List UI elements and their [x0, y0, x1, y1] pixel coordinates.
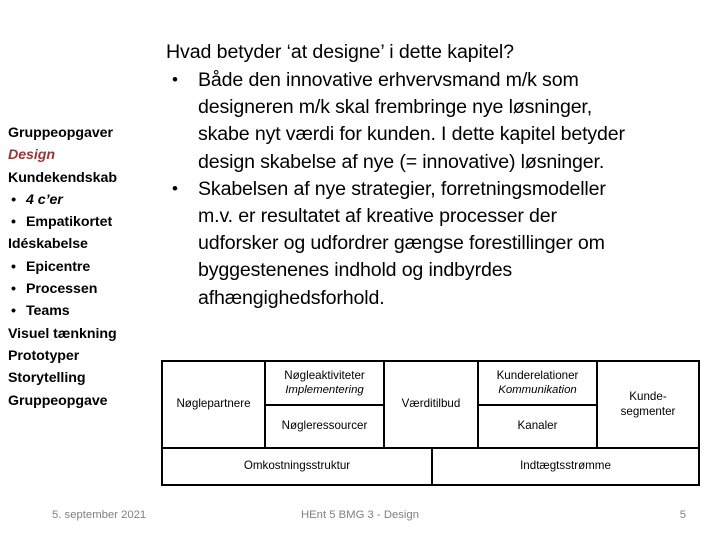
canvas-cell-key-partners: Nøglepartnere — [161, 360, 266, 449]
sidebar-item-label: Storytelling — [8, 370, 86, 387]
sidebar-item-prototyper[interactable]: Prototyper — [8, 345, 160, 367]
main-bullet-2: • Skabelsen af nye strategier, forretnin… — [166, 176, 706, 312]
canvas-cell-key-activities: Nøgleaktiviteter Implementering — [264, 360, 385, 406]
sidebar-item-label: Idéskabelse — [8, 236, 88, 253]
sidebar-item-gruppeopgaver[interactable]: Gruppeopgaver — [8, 122, 160, 144]
sidebar-item-teams[interactable]: • Teams — [8, 300, 160, 322]
canvas-cell-label: Omkostningsstruktur — [243, 459, 351, 473]
bullet-dot-icon: • — [11, 191, 16, 208]
sidebar-item-processen[interactable]: • Processen — [8, 278, 160, 300]
bullet-dot-icon: • — [172, 178, 178, 198]
canvas-cell-key-resources: Nøgleressourcer — [264, 404, 385, 449]
canvas-cell-value-proposition: Værditilbud — [383, 360, 479, 449]
sidebar-item-label: Visuel tænkning — [8, 325, 117, 342]
sidebar-item-label: Teams — [26, 303, 70, 320]
sidebar-item-label: Prototyper — [8, 347, 80, 364]
sidebar-item-visuel-taenkning[interactable]: Visuel tænkning — [8, 323, 160, 345]
bullet-line: m.v. er resultatet af kreative processer… — [198, 205, 557, 228]
bullet-dot-icon: • — [11, 258, 16, 275]
sidebar-item-label: Gruppeopgaver — [8, 125, 113, 141]
main-bullet-1: • Både den innovative erhvervsmand m/k s… — [166, 67, 706, 176]
page-title: Hvad betyder ‘at designe’ i dette kapite… — [166, 41, 514, 63]
sidebar-item-gruppeopgave[interactable]: Gruppeopgave — [8, 390, 160, 412]
bullet-dot-icon: • — [172, 70, 178, 89]
canvas-cell-sublabel: Kommunikation — [498, 384, 577, 397]
main-content: Hvad betyder ‘at designe’ i dette kapite… — [166, 39, 706, 312]
bullet-dot-icon: • — [11, 214, 16, 231]
canvas-cell-label: Nøglepartnere — [176, 397, 251, 411]
canvas-cell-cost-structure: Omkostningsstruktur — [161, 447, 433, 486]
canvas-cell-label: Kunderelationer — [496, 368, 579, 382]
bullet-line: skabe nyt værdi for kunden. I dette kapi… — [198, 123, 625, 146]
bullet-line: designeren m/k skal frembringe nye løsni… — [198, 96, 593, 119]
sidebar-item-label: Processen — [26, 281, 98, 298]
canvas-cell-label: segmenter — [620, 404, 676, 418]
canvas-cell-label: Kunde- — [629, 390, 667, 403]
sidebar-item-storytelling[interactable]: Storytelling — [8, 367, 160, 389]
canvas-cell-revenue-streams: Indtægtsstrømme — [431, 447, 700, 486]
canvas-cell-label: Nøgleressourcer — [281, 419, 368, 433]
sidebar-item-label: Gruppeopgave — [8, 392, 108, 409]
bullet-line: design skabelse af nye (= innovative) lø… — [198, 150, 605, 173]
bullet-line: byggestenenes indhold og indbyrdes — [198, 259, 513, 282]
bullet-line: Skabelsen af nye strategier, forretnings… — [198, 177, 606, 200]
canvas-cell-customer-relationships: Kunderelationer Kommunikation — [477, 360, 598, 406]
sidebar-agenda-list: Gruppeopgaver Design Kundekendskab • 4 c’… — [8, 122, 160, 412]
footer-title: HEnt 5 BMG 3 - Design — [300, 509, 420, 521]
canvas-cell-sublabel: Implementering — [285, 384, 364, 397]
sidebar-item-kundekendskab[interactable]: Kundekendskab — [8, 167, 160, 189]
sidebar-item-4-cer[interactable]: • 4 c’er — [8, 189, 160, 211]
sidebar-item-empatikortet[interactable]: • Empatikortet — [8, 211, 160, 233]
business-model-canvas: Nøglepartnere Nøgleaktiviteter Implement… — [161, 360, 700, 486]
slide-footer: 5. september 2021 HEnt 5 BMG 3 - Design … — [0, 505, 720, 525]
sidebar-item-design[interactable]: Design — [8, 144, 160, 166]
footer-page-number: 5 — [679, 509, 686, 521]
canvas-cell-label: Indtægtsstrømme — [520, 459, 611, 473]
bullet-line: Både den innovative erhvervsmand m/k som — [198, 69, 579, 91]
bullet-dot-icon: • — [11, 303, 16, 320]
canvas-cell-channels: Kanaler — [477, 404, 598, 449]
sidebar-item-label: Design — [8, 147, 56, 164]
canvas-cell-customer-segments: Kunde- segmenter — [596, 360, 700, 449]
bullet-line: udforsker og udfordrer gængse forestilli… — [198, 232, 605, 255]
canvas-cell-label: Værditilbud — [401, 397, 461, 411]
sidebar-item-epicentre[interactable]: • Epicentre — [8, 256, 160, 278]
sidebar-item-label: 4 c’er — [26, 191, 63, 208]
sidebar-item-label: Epicentre — [26, 258, 91, 275]
canvas-cell-label: Kanaler — [517, 419, 558, 433]
sidebar-item-ideskabelse[interactable]: Idéskabelse — [8, 233, 160, 255]
sidebar-item-label: Empatikortet — [26, 214, 113, 231]
bullet-line: afhængighedsforhold. — [198, 286, 385, 309]
canvas-cell-label: Nøgleaktiviteter — [284, 368, 365, 382]
sidebar-item-label: Kundekendskab — [8, 169, 117, 186]
bullet-dot-icon: • — [11, 281, 16, 298]
